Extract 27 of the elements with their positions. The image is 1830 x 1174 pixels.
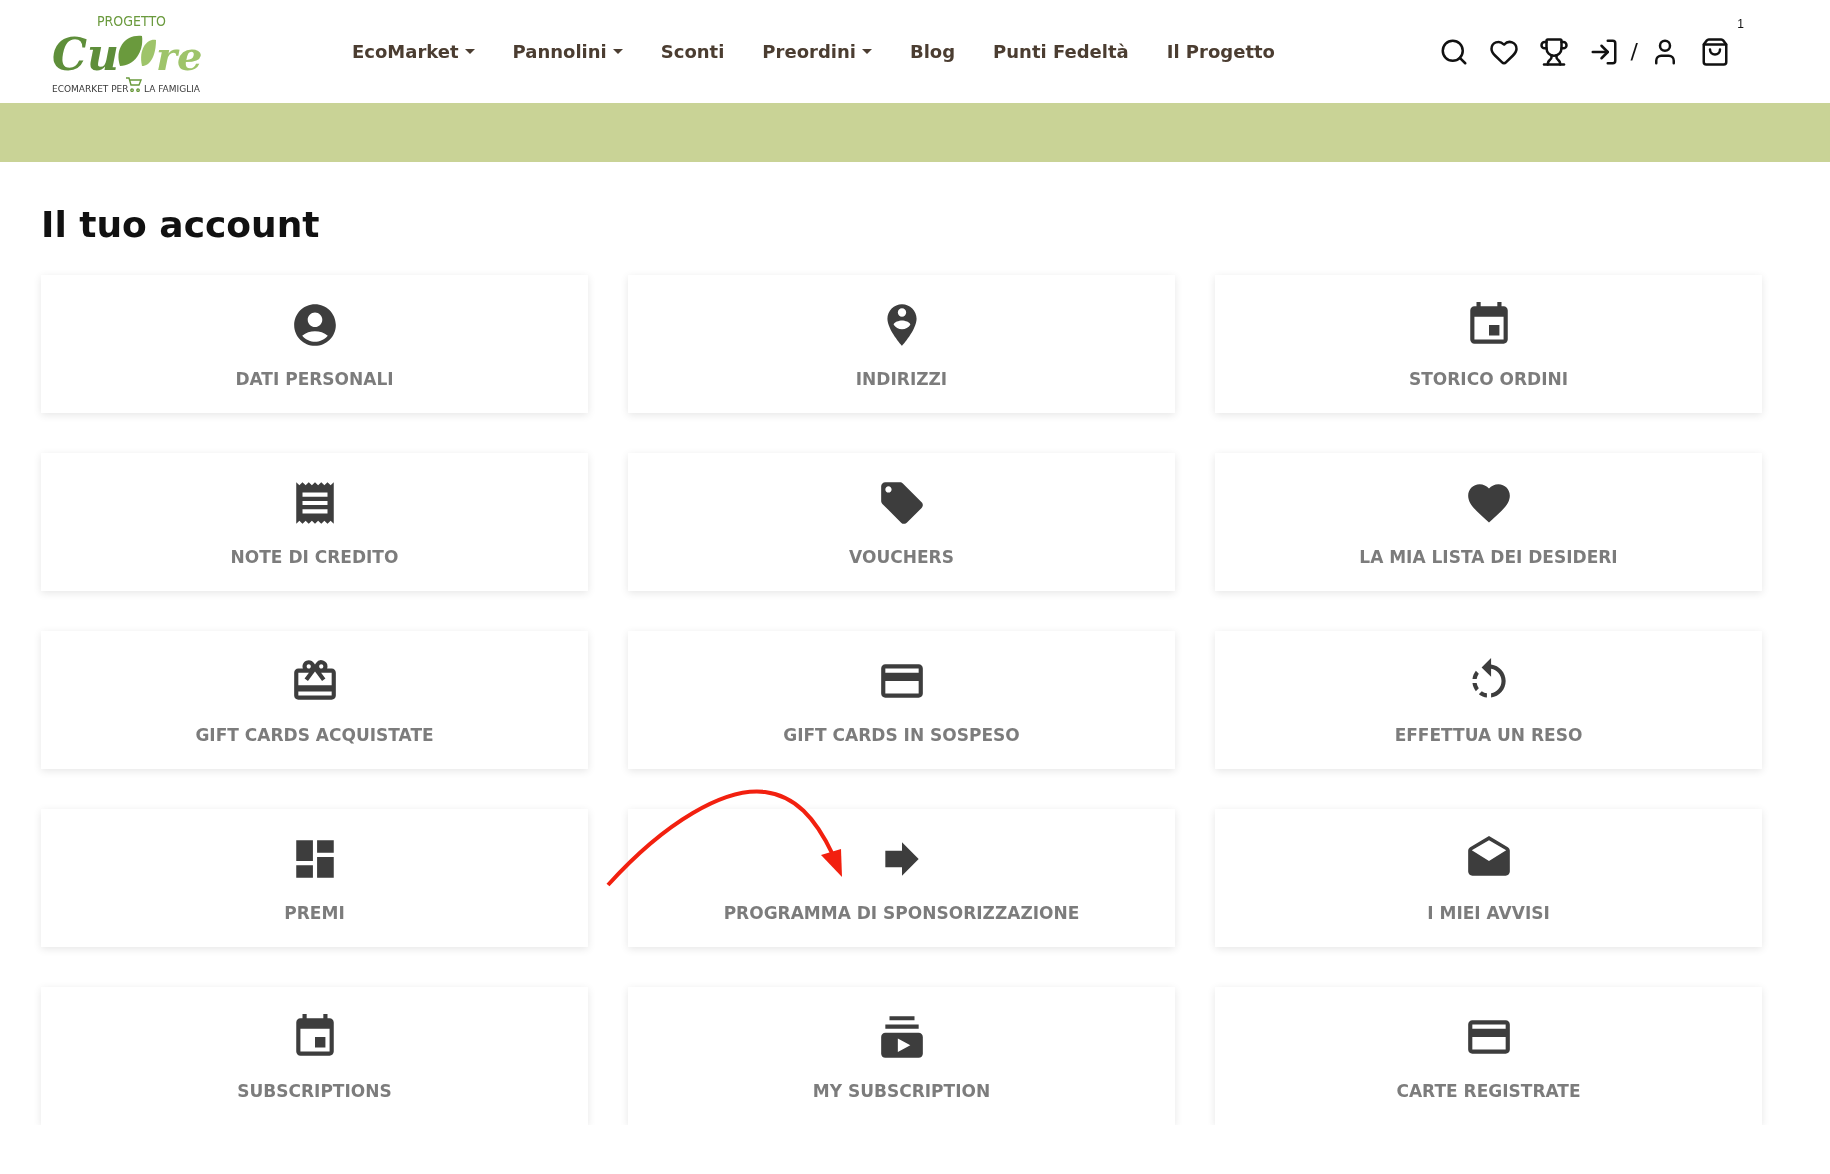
account-card[interactable]: CARTE REGISTRATE <box>1215 987 1762 1125</box>
account-card[interactable]: MY SUBSCRIPTION <box>628 987 1175 1125</box>
account-card[interactable]: INDIRIZZI <box>628 275 1175 413</box>
nav-link[interactable]: Preordini <box>762 41 872 62</box>
logo[interactable]: PROGETTO Cu re ECOMARKET PER LA FAMIGLIA <box>52 5 202 98</box>
nav-link[interactable]: Il Progetto <box>1166 41 1275 62</box>
account-card[interactable]: PREMI <box>41 809 588 947</box>
nav-link[interactable]: Sconti <box>660 41 725 62</box>
account-card[interactable]: GIFT CARDS ACQUISTATE <box>41 631 588 769</box>
account-card[interactable]: DATI PERSONALI <box>41 275 588 413</box>
separator: / <box>1630 39 1638 64</box>
account-card[interactable]: GIFT CARDS IN SOSPESO <box>628 631 1175 769</box>
nav-link[interactable]: Blog <box>909 41 956 62</box>
nav-link[interactable]: Pannolini <box>512 41 623 62</box>
account-card[interactable]: LA MIA LISTA DEI DESIDERI <box>1215 453 1762 591</box>
account-card[interactable]: I MIEI AVVISI <box>1215 809 1762 947</box>
account-card[interactable]: STORICO ORDINI <box>1215 275 1762 413</box>
account-card[interactable]: EFFETTUA UN RESO <box>1215 631 1762 769</box>
trophy-button[interactable] <box>1538 36 1569 67</box>
account-card[interactable]: VOUCHERS <box>628 453 1175 591</box>
nav-link[interactable]: EcoMarket <box>352 41 475 62</box>
page-title: Il tuo account <box>41 204 321 245</box>
account-card[interactable]: PROGRAMMA DI SPONSORIZZAZIONE <box>628 809 1175 947</box>
account-card[interactable]: NOTE DI CREDITO <box>41 453 588 591</box>
cart-count: 1 <box>1737 16 1744 31</box>
account-card[interactable]: SUBSCRIPTIONS <box>41 987 588 1125</box>
nav-link[interactable]: Punti Fedeltà <box>993 41 1129 62</box>
